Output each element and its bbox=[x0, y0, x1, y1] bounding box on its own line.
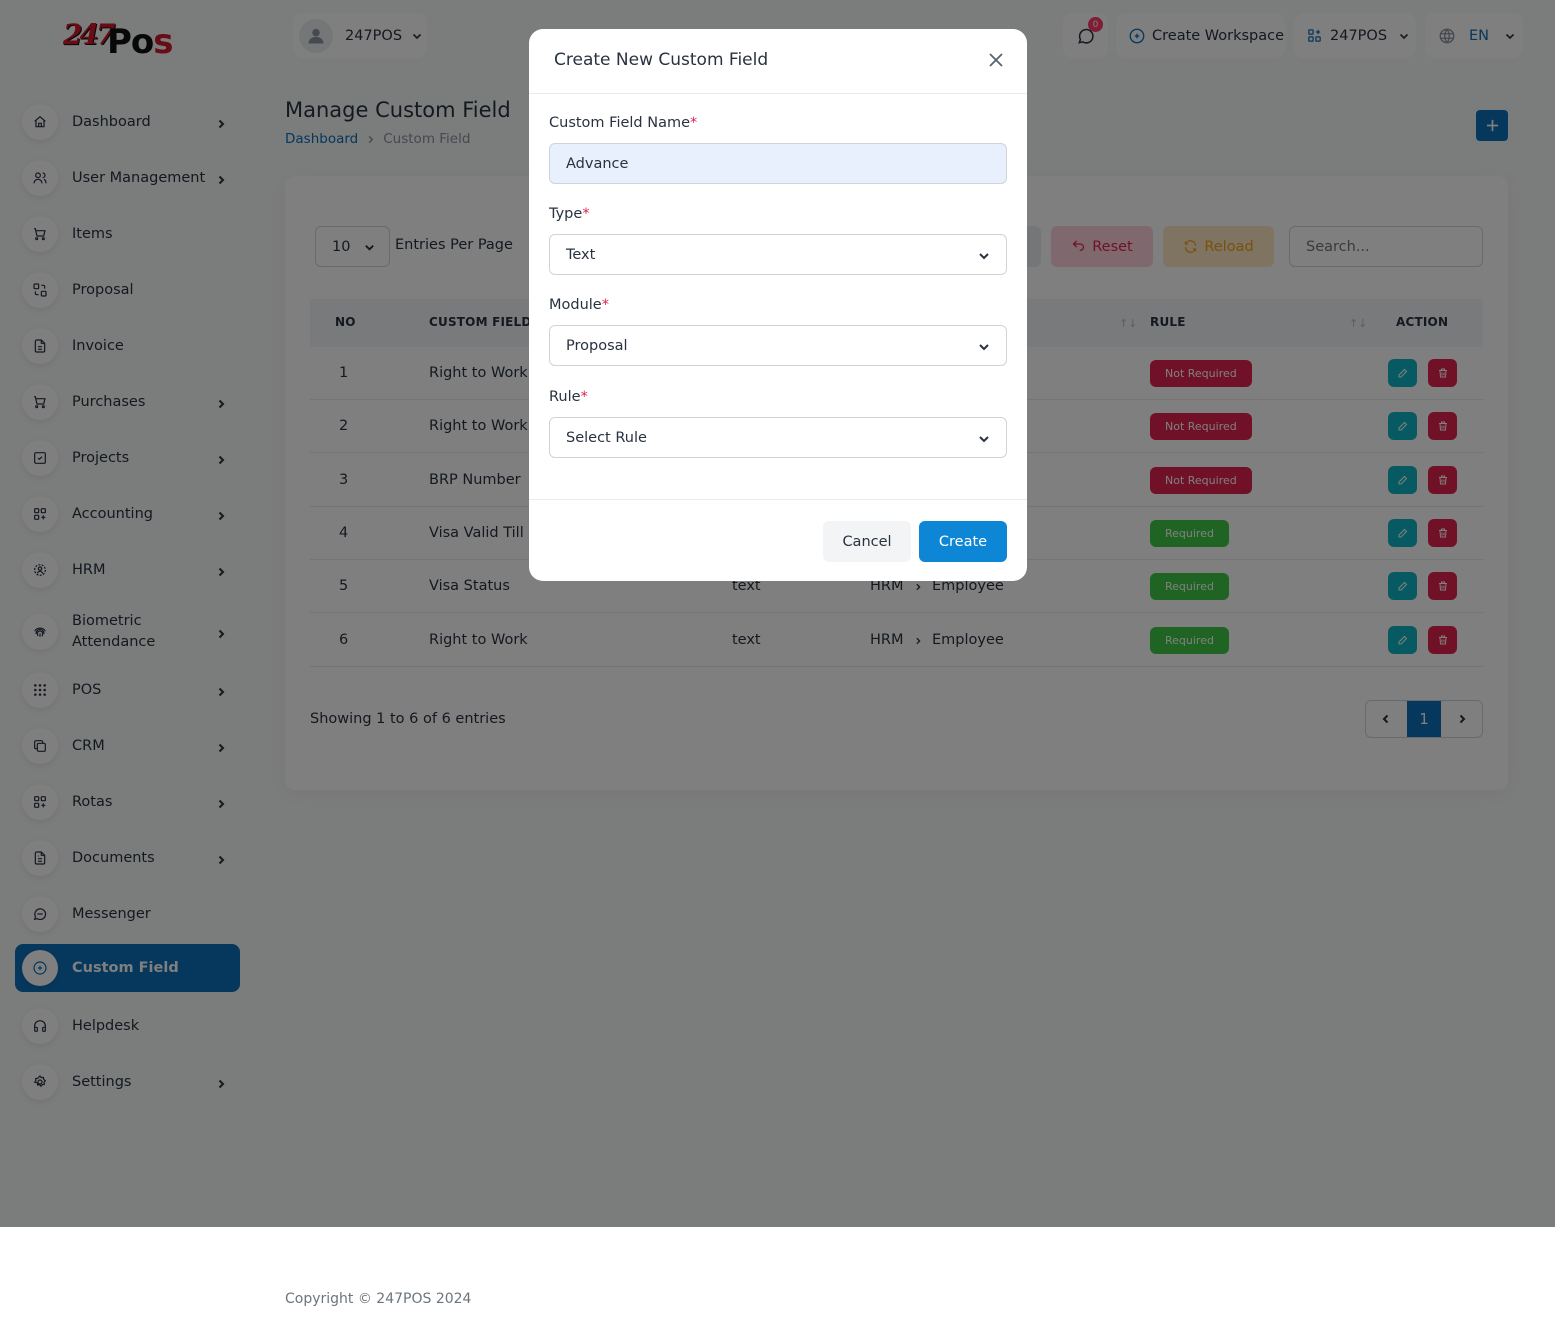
chevron-down-icon bbox=[979, 253, 989, 260]
rule-select-value: Select Rule bbox=[566, 429, 647, 446]
create-custom-field-modal: Create New Custom Field Custom Field Nam… bbox=[529, 29, 1027, 581]
rule-label: Rule* bbox=[549, 389, 588, 405]
chevron-down-icon bbox=[979, 344, 989, 351]
type-label: Type* bbox=[549, 206, 590, 222]
footer: Copyright © 247POS 2024 bbox=[0, 1227, 1555, 1324]
module-label: Module* bbox=[549, 297, 609, 313]
cancel-button[interactable]: Cancel bbox=[823, 521, 911, 562]
module-select-value: Proposal bbox=[566, 337, 628, 354]
module-select[interactable]: Proposal bbox=[549, 325, 1007, 366]
close-button[interactable] bbox=[987, 51, 1005, 69]
close-icon bbox=[989, 53, 1003, 67]
rule-select[interactable]: Select Rule bbox=[549, 417, 1007, 458]
create-button[interactable]: Create bbox=[919, 521, 1007, 562]
custom-field-name-input[interactable] bbox=[549, 143, 1007, 184]
type-select[interactable]: Text bbox=[549, 234, 1007, 275]
custom-field-name-label: Custom Field Name* bbox=[549, 115, 698, 131]
type-select-value: Text bbox=[566, 246, 596, 263]
modal-header: Create New Custom Field bbox=[529, 29, 1027, 94]
chevron-down-icon bbox=[979, 436, 989, 443]
modal-footer: Cancel Create bbox=[529, 499, 1027, 581]
copyright: Copyright © 247POS 2024 bbox=[285, 1291, 472, 1307]
modal-title: Create New Custom Field bbox=[554, 50, 769, 70]
